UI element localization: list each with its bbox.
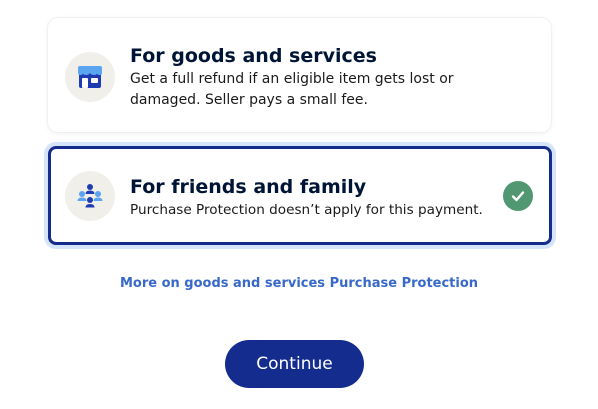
storefront-icon: [78, 66, 102, 88]
payment-type-page: For goods and services Get a full refund…: [0, 0, 598, 409]
people-icon: [77, 184, 103, 208]
continue-button[interactable]: Continue: [225, 340, 364, 388]
purchase-protection-link[interactable]: More on goods and services Purchase Prot…: [0, 276, 598, 291]
option-goods-and-services[interactable]: For goods and services Get a full refund…: [48, 18, 551, 132]
option-description: Get a full refund if an eligible item ge…: [130, 71, 454, 108]
storefront-icon-circle: [65, 52, 115, 102]
selected-check-icon: [503, 181, 533, 211]
option-title: For friends and family: [130, 176, 367, 198]
option-title: For goods and services: [130, 45, 377, 67]
option-description: Purchase Protection doesn’t apply for th…: [130, 202, 483, 218]
option-friends-and-family[interactable]: For friends and family Purchase Protecti…: [48, 146, 552, 245]
people-icon-circle: [65, 171, 115, 221]
